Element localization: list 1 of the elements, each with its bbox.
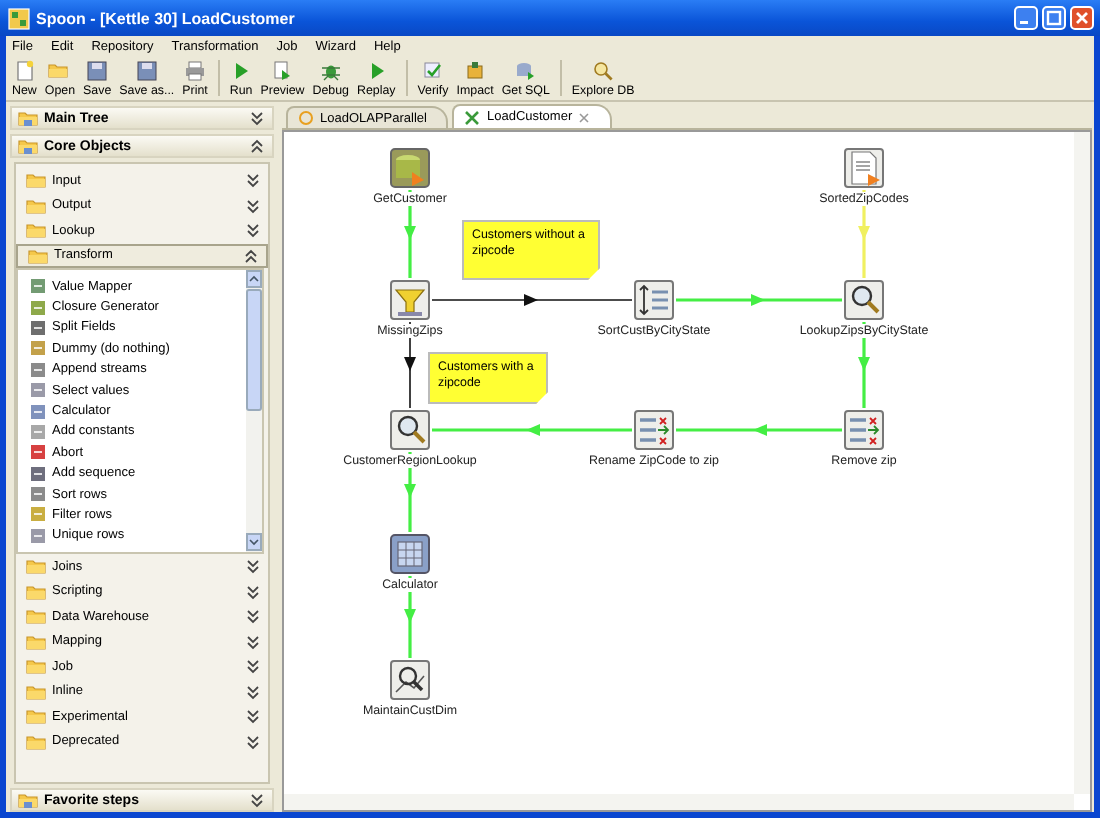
- window-title: Spoon - [Kettle 30] LoadCustomer: [36, 9, 297, 27]
